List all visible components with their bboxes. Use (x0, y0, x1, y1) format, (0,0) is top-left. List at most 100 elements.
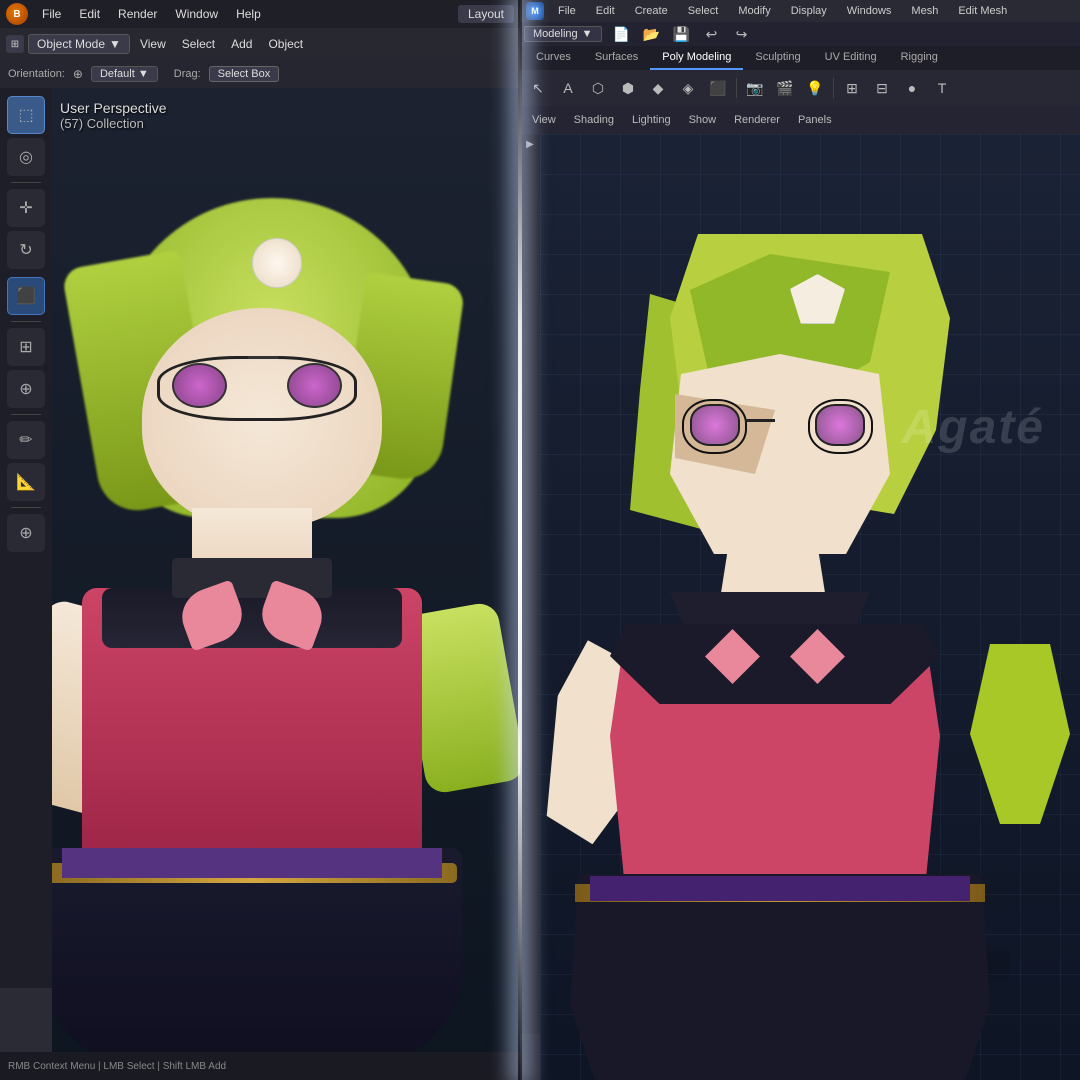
maya-subtoolbar: View Shading Lighting Show Renderer Pane… (520, 106, 1080, 134)
maya-menu-display[interactable]: Display (785, 4, 833, 18)
status-text: RMB Context Menu | LMB Select | Shift LM… (8, 1061, 226, 1072)
maya-viewport[interactable] (540, 134, 1080, 1080)
maya-tool-select[interactable]: ↖ (524, 74, 552, 102)
menu-window[interactable]: Window (167, 5, 226, 23)
tool-select-circle[interactable]: ◎ (7, 138, 45, 176)
maya-tool-d[interactable]: ◆ (644, 74, 672, 102)
tool-select-box[interactable]: ⬚ (7, 96, 45, 134)
tab-uv-editing[interactable]: UV Editing (813, 46, 889, 70)
maya-icon-new[interactable]: 📄 (608, 20, 636, 48)
glasses-right-lowpoly (808, 399, 873, 454)
maya-tool-light[interactable]: 💡 (801, 74, 829, 102)
add-menu[interactable]: Add (225, 35, 258, 53)
maya-tool-f[interactable]: ⬛ (704, 74, 732, 102)
maya-menu-file[interactable]: File (552, 4, 582, 18)
tool-annotate[interactable]: ✏ (7, 421, 45, 459)
tool-add-cube[interactable]: ⊕ (7, 514, 45, 552)
sub-renderer[interactable]: Renderer (726, 113, 788, 127)
orientation-bar: Orientation: ⊕ Default ▼ Drag: Select Bo… (0, 60, 520, 88)
tab-surfaces[interactable]: Surfaces (583, 46, 650, 70)
maya-icon-toolbar: ↖ A ⬡ ⬢ ◆ ◈ ⬛ 📷 🎬 💡 ⊞ ⊟ ● T (520, 70, 1080, 106)
select-menu[interactable]: Select (176, 35, 221, 53)
maya-icon-undo[interactable]: ↩ (698, 20, 726, 48)
left-panel-blender: B File Edit Render Window Help Layout ⊞ … (0, 0, 520, 1080)
maya-tool-e[interactable]: ◈ (674, 74, 702, 102)
tool-separator (11, 182, 41, 183)
maya-tool-grid2[interactable]: ⊟ (868, 74, 896, 102)
maya-menu-create[interactable]: Create (629, 4, 674, 18)
maya-menubar: M File Edit Create Select Modify Display… (520, 0, 1080, 22)
menu-edit[interactable]: Edit (71, 5, 108, 23)
maya-icon-save[interactable]: 💾 (668, 20, 696, 48)
belt-lowpoly (590, 876, 970, 901)
maya-menu-editmesh[interactable]: Edit Mesh (952, 4, 1013, 18)
maya-tool-grid[interactable]: ⊞ (838, 74, 866, 102)
glasses-bridge-lowpoly (745, 419, 775, 422)
menu-render[interactable]: Render (110, 5, 165, 23)
tab-curves[interactable]: Curves (524, 46, 583, 70)
maya-tool-camera[interactable]: 📷 (741, 74, 769, 102)
tool-separator-4 (11, 507, 41, 508)
belt-smooth (62, 848, 442, 878)
maya-menu-windows[interactable]: Windows (841, 4, 898, 18)
tab-sculpting[interactable]: Sculpting (743, 46, 812, 70)
orientation-label: Orientation: (8, 68, 65, 80)
maya-tool-text[interactable]: T (928, 74, 956, 102)
menu-help[interactable]: Help (228, 5, 269, 23)
tool-separator-2 (11, 321, 41, 322)
maya-menu-modify[interactable]: Modify (732, 4, 776, 18)
maya-tool-a[interactable]: A (554, 74, 582, 102)
object-mode-toolbar: ⊞ Object Mode ▼ View Select Add Object (0, 28, 520, 60)
tool-transform[interactable]: ⊞ (7, 328, 45, 366)
icon-sep-1 (736, 78, 737, 98)
menu-file[interactable]: File (34, 5, 69, 23)
maya-left-tools: ▶ (520, 134, 540, 1034)
sub-lighting[interactable]: Lighting (624, 113, 679, 127)
mode-selector[interactable]: Object Mode ▼ (28, 34, 130, 54)
center-divider (518, 0, 522, 1080)
maya-menu-mesh[interactable]: Mesh (905, 4, 944, 18)
blender-menubar: B File Edit Render Window Help Layout (0, 0, 520, 28)
maya-menu-select[interactable]: Select (682, 4, 725, 18)
sub-shading[interactable]: Shading (566, 113, 622, 127)
maya-collapse-icon[interactable]: ▶ (520, 134, 540, 154)
layout-badge[interactable]: Layout (458, 5, 514, 23)
object-menu[interactable]: Object (262, 35, 309, 53)
tool-measure[interactable]: 📐 (7, 463, 45, 501)
sub-panels[interactable]: Panels (790, 113, 840, 127)
character-right (570, 194, 1070, 1064)
hair-accessory-smooth (252, 238, 302, 288)
tool-rotate[interactable]: ↻ (7, 231, 45, 269)
tool-active[interactable]: ⬛ (7, 277, 45, 315)
maya-menu-edit[interactable]: Edit (590, 4, 621, 18)
maya-tool-render[interactable]: ● (898, 74, 926, 102)
right-panel-maya: M File Edit Create Select Modify Display… (520, 0, 1080, 1080)
tool-move[interactable]: ✛ (7, 189, 45, 227)
maya-mode-dropdown[interactable]: Modeling ▼ (524, 26, 602, 42)
maya-logo-icon: M (526, 2, 544, 20)
maya-tool-film[interactable]: 🎬 (771, 74, 799, 102)
tab-poly-modeling[interactable]: Poly Modeling (650, 46, 743, 70)
arm-right-lowpoly (970, 644, 1070, 824)
orientation-dropdown[interactable]: Default ▼ (91, 66, 158, 82)
maya-icon-open[interactable]: 📂 (638, 20, 666, 48)
left-tools-panel: ⬚ ◎ ✛ ↻ ⬛ ⊞ ⊕ ✏ 📐 ⊕ (0, 88, 52, 988)
tab-rigging[interactable]: Rigging (889, 46, 950, 70)
maya-icon-redo[interactable]: ↪ (728, 20, 756, 48)
drag-label: Drag: (174, 68, 201, 80)
tool-separator-3 (11, 414, 41, 415)
blender-statusbar: RMB Context Menu | LMB Select | Shift LM… (0, 1052, 520, 1080)
blender-viewport[interactable] (52, 88, 520, 1080)
maya-tool-b[interactable]: ⬡ (584, 74, 612, 102)
select-box-dropdown[interactable]: Select Box (209, 66, 280, 82)
icon-sep-2 (833, 78, 834, 98)
maya-tool-c[interactable]: ⬢ (614, 74, 642, 102)
maya-tabs: Curves Surfaces Poly Modeling Sculpting … (520, 46, 1080, 70)
dress-bow-smooth (182, 588, 322, 648)
sub-view[interactable]: View (524, 113, 564, 127)
mode-icon: ⊞ (6, 35, 24, 53)
sub-show[interactable]: Show (681, 113, 725, 127)
tool-cursor[interactable]: ⊕ (7, 370, 45, 408)
glasses-smooth (157, 356, 357, 421)
view-menu[interactable]: View (134, 35, 172, 53)
